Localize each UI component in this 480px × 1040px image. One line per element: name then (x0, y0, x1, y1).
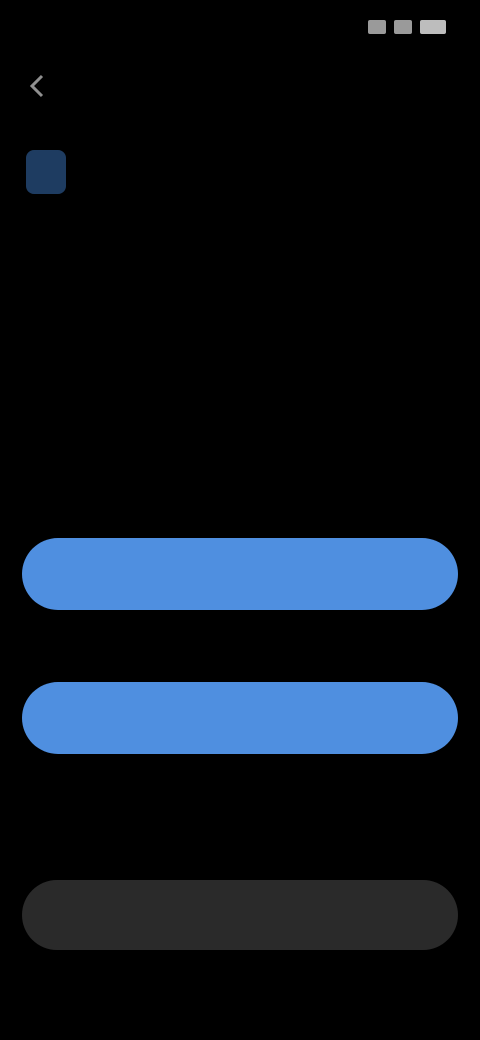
status-bar (0, 0, 480, 60)
back-arrow-icon[interactable] (24, 72, 52, 100)
app-icon (26, 150, 66, 194)
primary-button[interactable] (22, 538, 458, 610)
wifi-icon (394, 20, 412, 34)
secondary-button[interactable] (22, 682, 458, 754)
bottom-button[interactable] (22, 880, 458, 950)
status-icons (368, 20, 446, 34)
battery-icon (420, 20, 446, 34)
text-link[interactable] (140, 800, 340, 834)
signal-icon (368, 20, 386, 34)
